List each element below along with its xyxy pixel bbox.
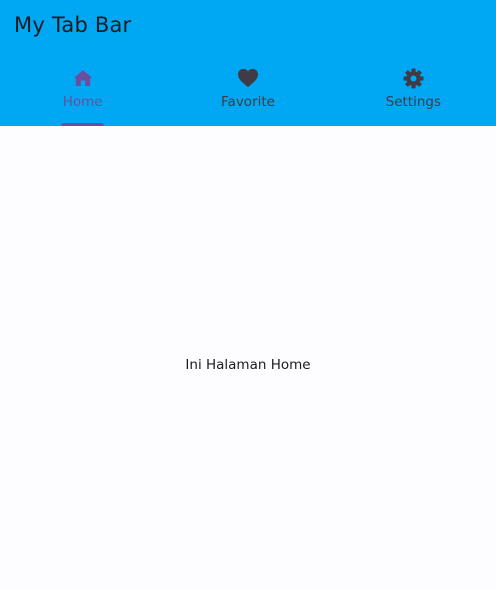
home-icon: [72, 68, 94, 88]
tab-content: Ini Halaman Home: [0, 126, 496, 589]
tab-settings[interactable]: Settings: [331, 56, 496, 126]
page-content-text: Ini Halaman Home: [185, 357, 311, 373]
gear-icon: [402, 68, 424, 88]
tab-favorite[interactable]: Favorite: [165, 56, 330, 126]
app-bar: My Tab Bar Home Favorite Settings: [0, 0, 496, 126]
tab-bar: Home Favorite Settings: [0, 56, 496, 126]
tab-settings-label: Settings: [385, 94, 441, 110]
app-window: My Tab Bar Home Favorite Settings Ini Ha…: [0, 0, 496, 589]
app-title: My Tab Bar: [14, 13, 132, 37]
tab-home[interactable]: Home: [0, 56, 165, 126]
tab-home-label: Home: [62, 94, 103, 110]
heart-icon: [237, 68, 259, 88]
tab-favorite-label: Favorite: [221, 94, 275, 110]
